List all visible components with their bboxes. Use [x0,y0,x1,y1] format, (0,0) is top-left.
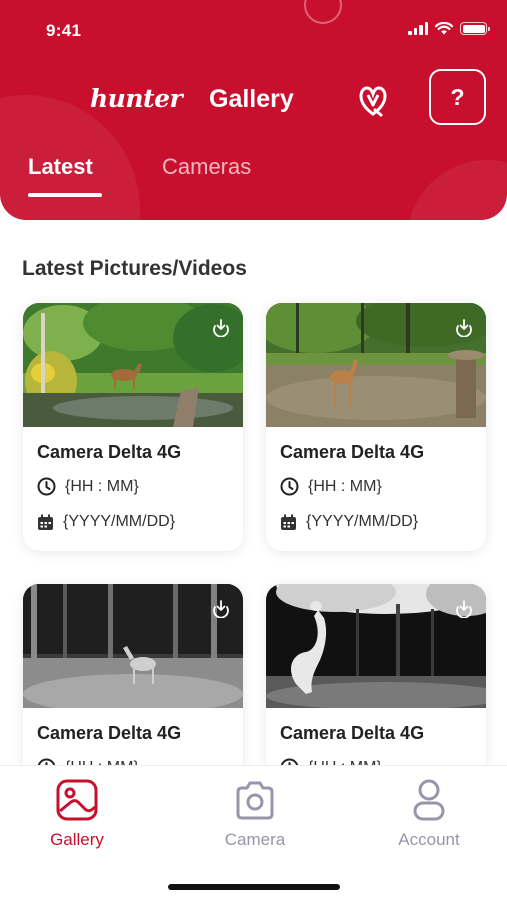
hunter-logo: hunter [90,84,183,113]
nav-item-camera[interactable]: Camera [200,778,310,850]
download-icon[interactable] [211,598,231,618]
wifi-icon [435,22,453,35]
camera-notch [304,0,342,24]
download-icon[interactable] [211,317,231,337]
date-text: {YYYY/MM/DD} [63,513,176,530]
status-icons [408,22,490,35]
page-title: Gallery [209,85,294,113]
photo-thumbnail[interactable] [266,303,486,427]
app-header: 9:41 hunter Gallery ? Latest Cameras [0,0,507,220]
nav-item-gallery[interactable]: Gallery [22,778,132,850]
clock-icon [280,477,299,496]
battery-icon [460,22,490,35]
time-text: {HH : MM} [65,477,139,495]
section-title: Latest Pictures/Videos [22,257,247,280]
capture-date: {YYYY/MM/DD} [280,513,418,531]
brand-mark-icon [359,86,387,117]
tab-latest[interactable]: Latest [28,154,93,180]
active-tab-indicator [28,193,102,197]
date-text: {YYYY/MM/DD} [306,513,419,530]
account-icon [413,779,445,821]
camera-icon [236,781,274,820]
camera-name: Camera Delta 4G [280,723,425,743]
time-text: {HH : MM} [308,477,382,495]
tab-cameras[interactable]: Cameras [162,154,251,180]
camera-name: Camera Delta 4G [37,723,182,743]
signal-icon [408,22,428,35]
header-decoration [407,160,507,220]
calendar-icon [38,514,53,530]
capture-date: {YYYY/MM/DD} [37,513,175,531]
help-button[interactable]: ? [429,69,486,125]
media-card[interactable]: Camera Delta 4G {HH : MM} {YYYY/MM/DD} [266,303,486,551]
nav-label: Gallery [50,830,104,849]
download-icon[interactable] [454,317,474,337]
nav-label: Account [398,830,460,849]
calendar-icon [281,514,296,530]
capture-time: {HH : MM} [280,477,382,496]
nav-item-account[interactable]: Account [374,778,484,850]
media-card[interactable]: Camera Delta 4G {HH : MM} {YYYY/MM/DD} [23,303,243,551]
camera-name: Camera Delta 4G [280,442,425,462]
bottom-navigation: Gallery Camera Account [0,765,507,900]
photo-thumbnail[interactable] [266,584,486,708]
status-time: 9:41 [46,21,82,40]
download-icon[interactable] [454,598,474,618]
home-indicator [168,884,340,890]
photo-thumbnail[interactable] [23,584,243,708]
clock-icon [37,477,56,496]
camera-name: Camera Delta 4G [37,442,182,462]
gallery-icon [56,779,98,821]
capture-time: {HH : MM} [37,477,139,496]
photo-thumbnail[interactable] [23,303,243,427]
nav-label: Camera [224,830,286,849]
